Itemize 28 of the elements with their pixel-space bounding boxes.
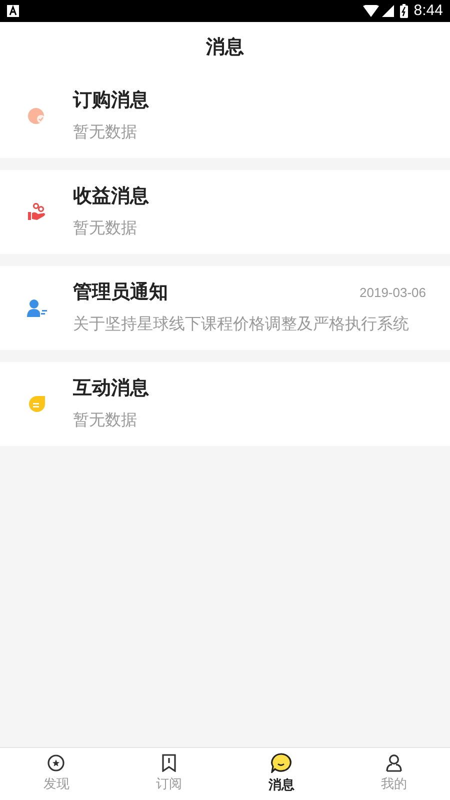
message-title: 订购消息 (73, 88, 150, 113)
message-preview: 关于坚持星球线下课程价格调整及严格执行系统 (73, 314, 410, 336)
message-title: 互动消息 (73, 376, 150, 401)
page-title: 消息 (206, 36, 244, 60)
chat-check-icon (28, 107, 46, 125)
bookmark-icon (160, 754, 177, 772)
message-date: 2019-03-06 (360, 284, 426, 302)
nav-tab[interactable]: 消息 (225, 748, 338, 800)
message-title: 收益消息 (73, 184, 150, 209)
message-row[interactable]: 管理员通知 2019-03-06 关于坚持星球线下课程价格调整及严格执行系统 (0, 266, 450, 350)
signal-icon (382, 5, 394, 17)
chat-bubble-icon (28, 395, 46, 413)
battery-icon (400, 4, 408, 18)
message-preview: 暂无数据 (73, 122, 138, 144)
message-row[interactable]: 订购消息 暂无数据 (0, 74, 450, 158)
message-preview: 暂无数据 (73, 218, 138, 240)
message-row[interactable]: 收益消息 暂无数据 (0, 170, 450, 254)
star-circle-icon (47, 754, 66, 772)
message-title: 管理员通知 (73, 280, 169, 305)
user-icon (26, 299, 46, 317)
person-icon (384, 754, 403, 772)
message-row[interactable]: 互动消息 暂无数据 (0, 362, 450, 446)
status-time: 8:44 (414, 0, 443, 21)
wifi-icon (362, 5, 379, 17)
hand-coins-icon (26, 203, 46, 221)
notification-icon (7, 5, 19, 17)
smile-bubble-icon (270, 753, 292, 774)
message-preview: 暂无数据 (73, 410, 138, 432)
